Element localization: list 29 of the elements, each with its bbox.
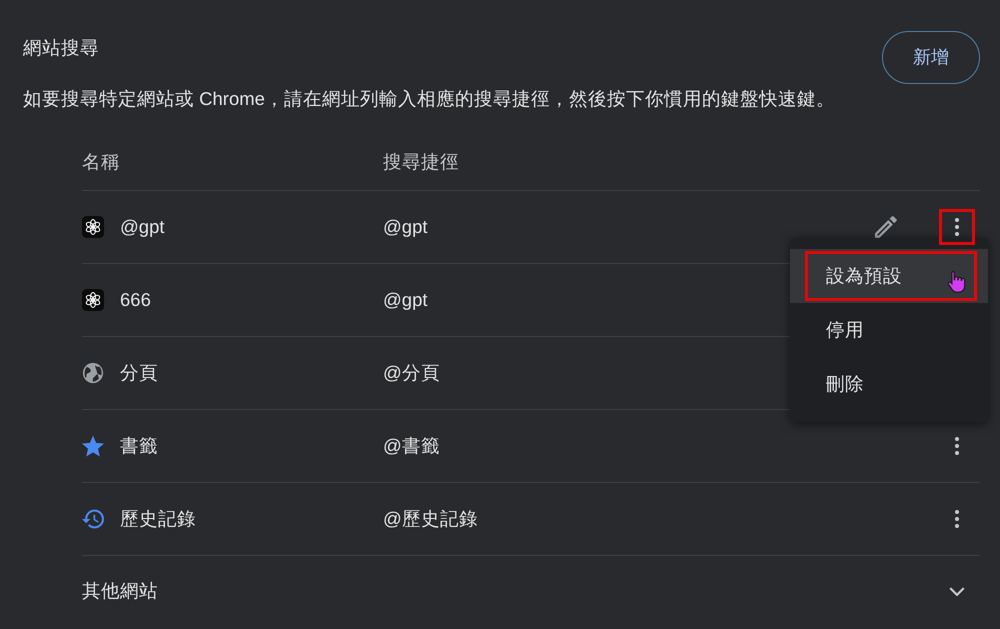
shortcut-text: @gpt <box>383 216 428 237</box>
site-name: 書籤 <box>120 434 158 458</box>
shortcut-text: @書籤 <box>383 435 440 456</box>
site-name: 歷史記錄 <box>120 507 196 532</box>
knot-logo-icon <box>82 289 104 311</box>
section-title: 網站搜尋 <box>23 36 99 60</box>
site-name: @gpt <box>120 215 164 240</box>
history-icon <box>82 508 104 530</box>
pencil-icon <box>875 216 897 238</box>
section-description: 如要搜尋特定網站或 Chrome，請在網址列輸入相應的搜尋捷徑，然後按下你慣用的鍵盤快速鍵。 <box>23 87 835 111</box>
site-name: 666 <box>120 288 151 312</box>
section-label: 其他網站 <box>82 579 158 604</box>
star-icon <box>82 435 104 457</box>
globe-icon <box>82 362 104 384</box>
chevron-down-icon <box>949 586 965 596</box>
add-button[interactable]: 新增 <box>882 31 980 84</box>
menu-item[interactable]: 停用 <box>790 303 988 357</box>
more-icon <box>955 437 959 455</box>
more-icon <box>955 510 959 528</box>
more-icon <box>955 218 959 236</box>
site-name: 分頁 <box>120 361 158 386</box>
shortcut-text: @分頁 <box>383 362 440 383</box>
knot-logo-icon <box>82 216 104 238</box>
menu-item[interactable]: 設為預設 <box>790 249 988 303</box>
column-header: 名稱 <box>82 150 120 172</box>
shortcut-text: @gpt <box>383 289 428 310</box>
shortcut-text: @歷史記錄 <box>383 508 478 529</box>
menu-item[interactable]: 刪除 <box>790 357 988 411</box>
column-header: 搜尋捷徑 <box>383 150 459 172</box>
